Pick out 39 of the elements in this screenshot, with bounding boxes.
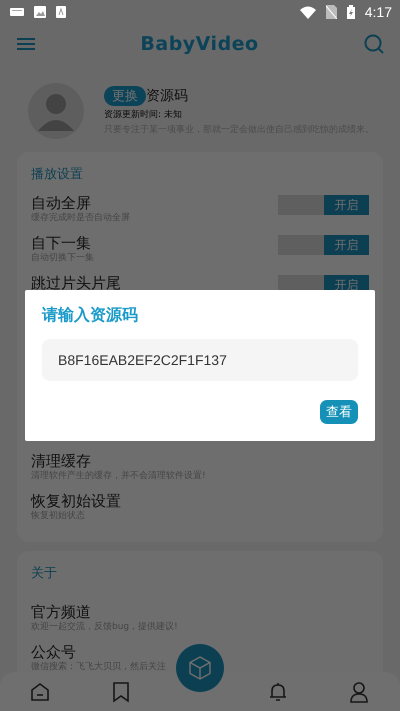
no-sim-icon xyxy=(326,5,337,19)
setting-title: 恢复初始设置 xyxy=(31,494,121,509)
avatar-icon xyxy=(28,83,84,139)
setting-title: 公众号 xyxy=(31,645,76,660)
search-icon xyxy=(364,34,384,54)
setting-title: 自动全屏 xyxy=(31,196,91,211)
section-header: 关于 xyxy=(31,565,58,583)
home-tab[interactable] xyxy=(30,682,50,702)
view-button[interactable]: 查看 xyxy=(320,400,358,424)
battery-icon xyxy=(346,5,355,19)
setting-title: 清理缓存 xyxy=(31,454,91,469)
bookmark-tab[interactable] xyxy=(112,680,130,702)
cube-icon xyxy=(189,656,211,680)
person-icon xyxy=(350,680,368,702)
wifi-icon xyxy=(300,6,316,18)
toggle-switch[interactable]: 开启 xyxy=(324,195,369,215)
keyboard-icon xyxy=(10,8,24,16)
bookmark-icon xyxy=(112,680,130,702)
bell-icon xyxy=(268,680,288,702)
menu-icon xyxy=(17,38,35,50)
section-header: 播放设置 xyxy=(31,166,84,184)
search-button[interactable] xyxy=(364,34,384,54)
image-icon xyxy=(34,6,46,18)
change-button[interactable]: 更换 xyxy=(104,86,146,106)
code-label: 资源码 xyxy=(146,87,188,105)
app-icon xyxy=(56,6,66,18)
notification-tab[interactable] xyxy=(268,680,288,702)
setting-title: 官方频道 xyxy=(31,605,91,620)
menu-button[interactable] xyxy=(17,38,35,50)
dialog-title: 请输入资源码 xyxy=(42,304,139,326)
profile-tab[interactable] xyxy=(350,680,368,702)
update-time: 资源更新时间: 未知 xyxy=(104,108,183,121)
code-input-field[interactable]: B8F16EAB2EF2C2F1F137 xyxy=(42,339,358,381)
setting-title: 自下一集 xyxy=(31,236,91,251)
home-icon xyxy=(30,682,50,702)
setting-title: 跳过片头片尾 xyxy=(31,276,121,291)
toggle-switch[interactable]: 开启 xyxy=(324,235,369,255)
clock-time: 4:17 xyxy=(364,4,392,20)
app-title: BabyVideo xyxy=(140,33,259,55)
